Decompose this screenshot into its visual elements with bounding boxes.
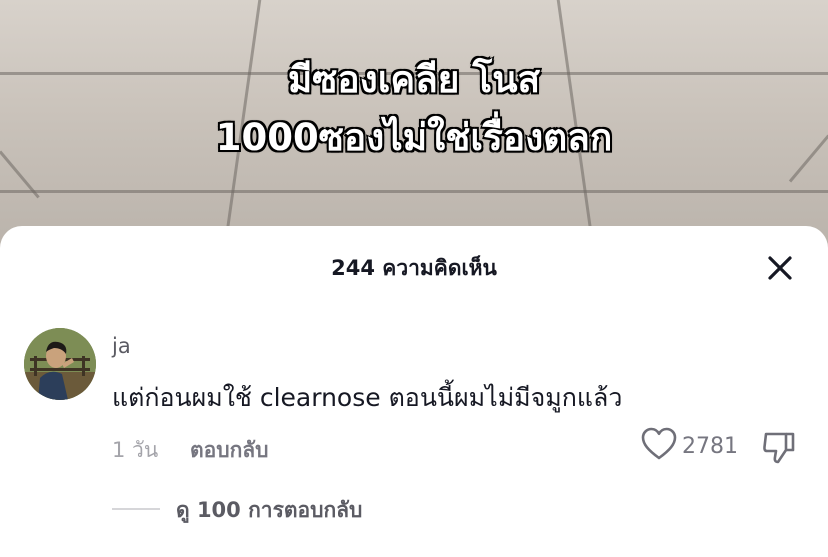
comments-sheet: 244 ความคิดเห็น ja แต่ก่อนผมใช้ clearnos… <box>0 226 828 557</box>
comment-username[interactable]: ja <box>112 334 131 358</box>
like-count: 2781 <box>682 434 738 459</box>
close-button[interactable] <box>760 248 800 288</box>
comment-text: แต่ก่อนผมใช้ clearnose ตอนนี้ผมไม่มีจมูก… <box>112 383 623 412</box>
close-icon <box>768 256 792 280</box>
video-caption-line1: มีซองเคลีย โนส <box>287 58 541 101</box>
comment-time: 1 วัน <box>112 438 159 462</box>
reply-button[interactable]: ตอบกลับ <box>190 434 269 467</box>
avatar[interactable] <box>24 328 96 400</box>
video-background: มีซองเคลีย โนส 1000ซองไม่ใช่เรื่องตลก <box>0 0 828 260</box>
replies-divider <box>112 508 160 510</box>
heart-icon[interactable] <box>640 426 678 462</box>
comments-count-title: 244 ความคิดเห็น <box>331 256 497 280</box>
video-caption-line2: 1000ซองไม่ใช่เรื่องตลก <box>215 116 613 159</box>
ceiling-line <box>0 190 828 193</box>
view-replies-button[interactable]: ดู 100 การตอบกลับ <box>176 494 362 527</box>
thumbs-down-icon[interactable] <box>760 428 798 466</box>
avatar-photo <box>24 328 96 400</box>
